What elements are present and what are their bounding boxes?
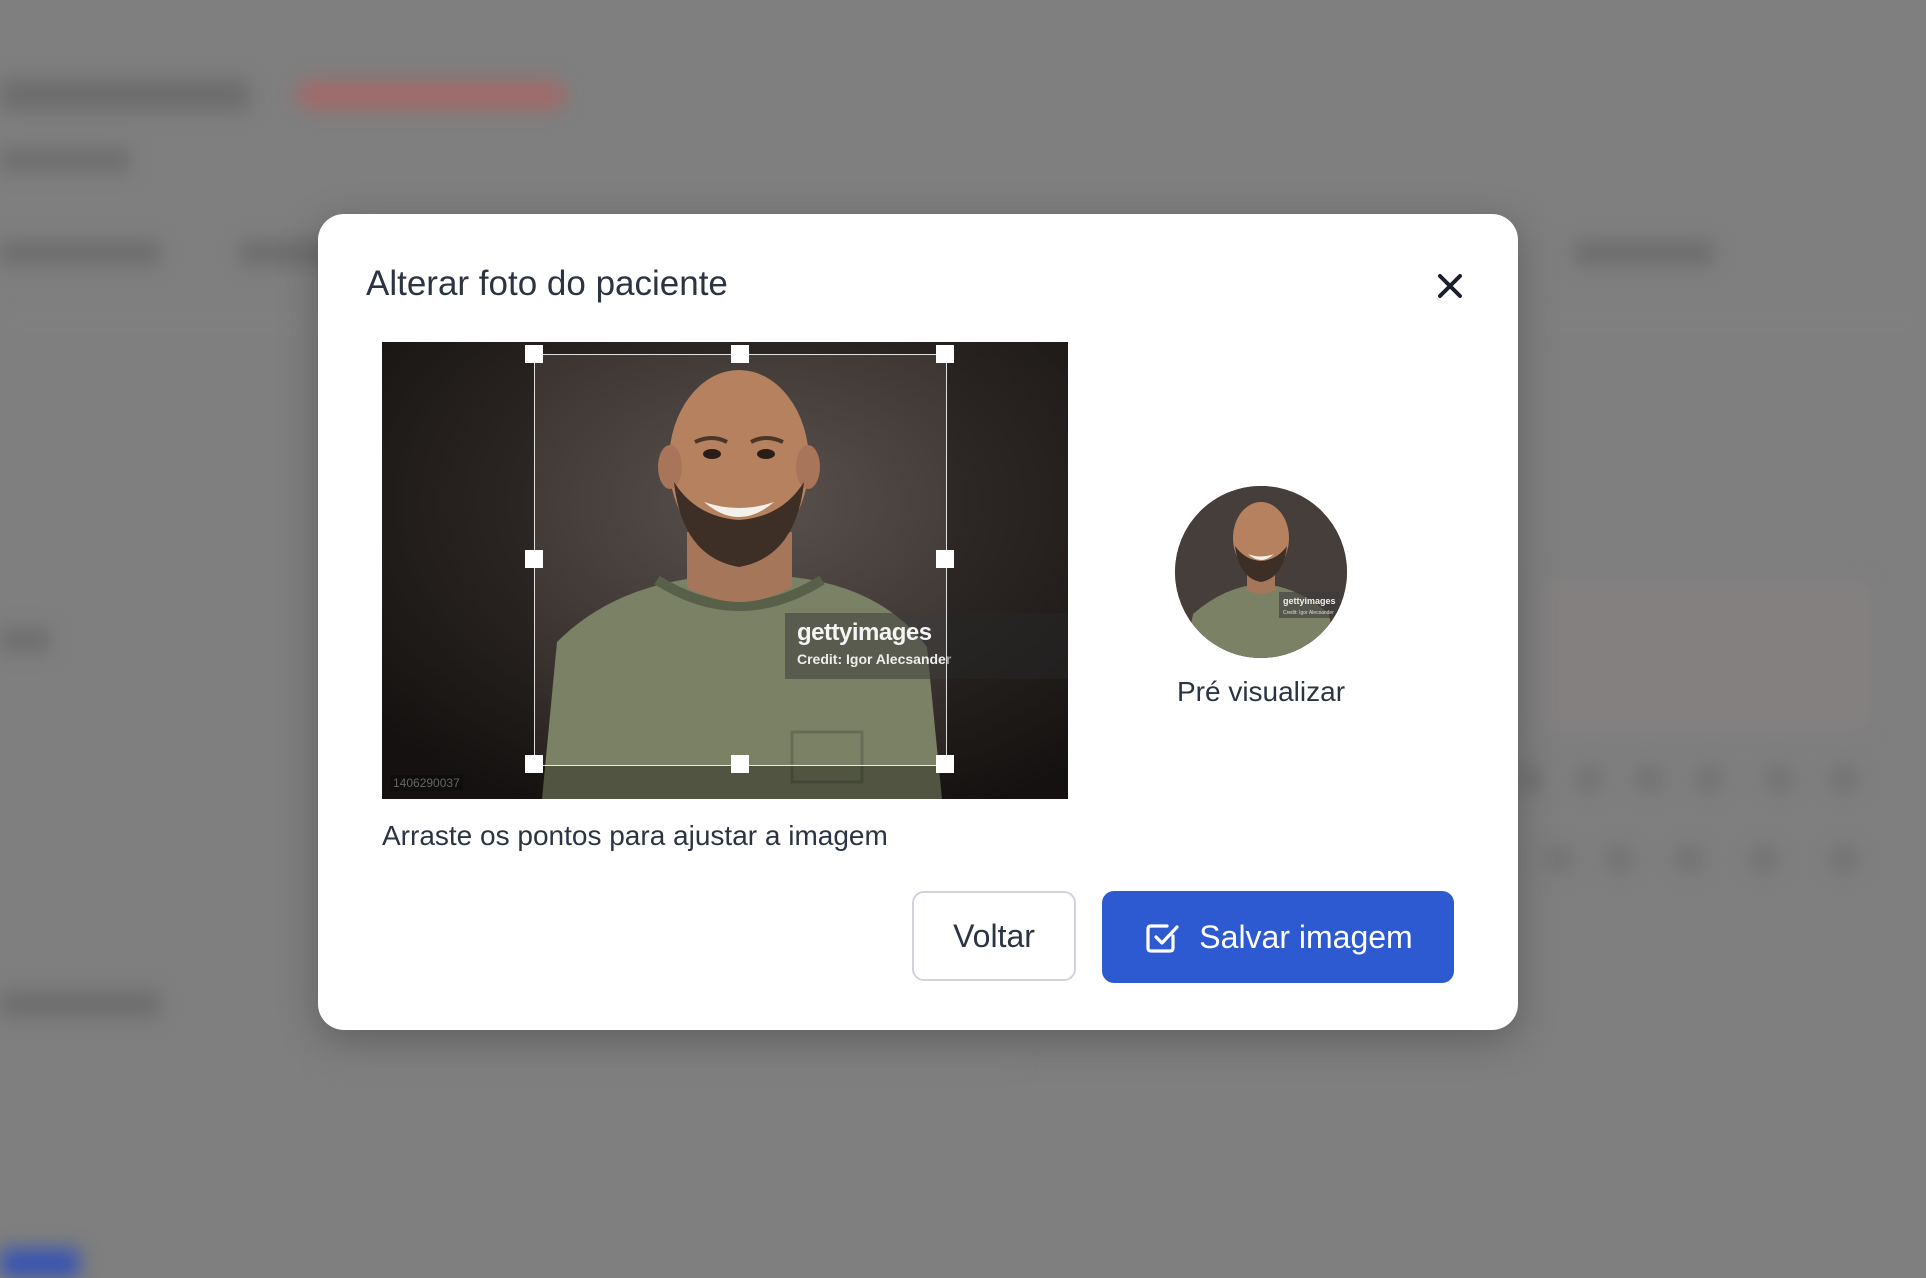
check-square-icon [1146, 924, 1179, 953]
crop-handle-top-center[interactable] [731, 345, 749, 363]
crop-area[interactable] [534, 354, 947, 766]
change-photo-modal: Alterar foto do paciente gettyimages Cre… [318, 214, 1518, 1030]
crop-handle-bottom-center[interactable] [731, 755, 749, 773]
photo-id: 1406290037 [390, 775, 463, 791]
preview-watermark-logo: gettyimages [1283, 596, 1336, 606]
crop-handle-bottom-left[interactable] [525, 755, 543, 773]
back-button[interactable]: Voltar [912, 891, 1076, 981]
save-button-label: Salvar imagem [1199, 918, 1413, 955]
image-cropper[interactable]: gettyimages Credit: Igor Alecsander 1406… [382, 342, 1068, 799]
preview-watermark-credit: Credit: Igor Alecsander [1283, 610, 1334, 616]
back-button-label: Voltar [953, 917, 1035, 954]
close-button[interactable] [1430, 266, 1470, 306]
crop-handle-top-right[interactable] [936, 345, 954, 363]
preview-label: Pré visualizar [1176, 676, 1346, 707]
crop-handle-bottom-right[interactable] [936, 755, 954, 773]
preview-image: gettyimages Credit: Igor Alecsander [1175, 486, 1347, 658]
preview-avatar: gettyimages Credit: Igor Alecsander [1175, 486, 1347, 658]
close-icon [1438, 274, 1462, 298]
crop-handle-top-left[interactable] [525, 345, 543, 363]
crop-handle-middle-right[interactable] [936, 550, 954, 568]
save-image-button[interactable]: Salvar imagem [1102, 891, 1454, 983]
crop-handle-middle-left[interactable] [525, 550, 543, 568]
modal-title: Alterar foto do paciente [366, 264, 728, 303]
crop-hint: Arraste os pontos para ajustar a imagem [382, 820, 888, 851]
